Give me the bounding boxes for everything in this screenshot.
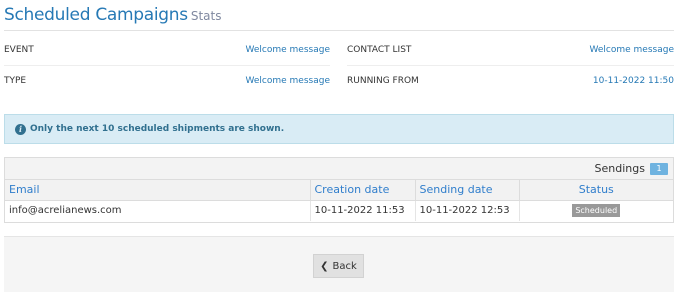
back-button-label: Back	[332, 260, 357, 272]
page-title: Scheduled Campaigns Stats	[4, 5, 222, 25]
type-label: TYPE	[4, 76, 27, 86]
column-header-creation-date[interactable]: Creation date	[310, 180, 416, 201]
event-value[interactable]: Welcome message	[246, 45, 330, 55]
cell-status: Scheduled	[519, 200, 673, 221]
running-from-value: 10-11-2022 11:50	[592, 76, 674, 86]
sendings-label: Sendings	[594, 162, 645, 175]
page-subtitle: Stats	[190, 9, 222, 23]
contact-list-value[interactable]: Welcome message	[590, 45, 674, 55]
info-row-contact-list: CONTACT LIST Welcome message	[347, 35, 674, 65]
sendings-count-badge: 1	[650, 162, 668, 175]
table-row: info@acrelianews.com 10-11-2022 11:53 10…	[5, 200, 673, 221]
table-toolbar: Sendings 1	[5, 158, 673, 180]
cell-sending-date: 10-11-2022 12:53	[415, 200, 520, 221]
column-header-email[interactable]: Email	[5, 180, 311, 201]
shipments-grid: Email Creation date Sending date Status …	[5, 180, 673, 221]
info-row-running-from: RUNNING FROM 10-11-2022 11:50	[347, 66, 674, 96]
status-badge: Scheduled	[572, 204, 621, 218]
cell-email: info@acrelianews.com	[5, 200, 311, 221]
event-label: EVENT	[4, 45, 34, 55]
info-circle-icon: i	[15, 123, 26, 135]
chevron-left-icon: ❮	[320, 260, 329, 272]
info-row-event: EVENT Welcome message	[4, 35, 330, 65]
running-from-label: RUNNING FROM	[347, 76, 419, 86]
info-row-type: TYPE Welcome message	[4, 66, 330, 96]
type-value[interactable]: Welcome message	[246, 76, 330, 86]
page-header: Scheduled Campaigns Stats	[4, 4, 674, 31]
column-header-status[interactable]: Status	[519, 180, 673, 201]
scheduled-shipments-table: Sendings 1 Email Creation date Sending d…	[4, 157, 674, 223]
table-header-row: Email Creation date Sending date Status	[5, 180, 673, 201]
alert-text: Only the next 10 scheduled shipments are…	[30, 124, 285, 134]
back-button[interactable]: ❮ Back	[313, 254, 364, 278]
info-alert: i Only the next 10 scheduled shipments a…	[4, 114, 674, 144]
contact-list-label: CONTACT LIST	[347, 45, 412, 55]
cell-creation-date: 10-11-2022 11:53	[310, 200, 416, 221]
column-header-sending-date[interactable]: Sending date	[415, 180, 520, 201]
